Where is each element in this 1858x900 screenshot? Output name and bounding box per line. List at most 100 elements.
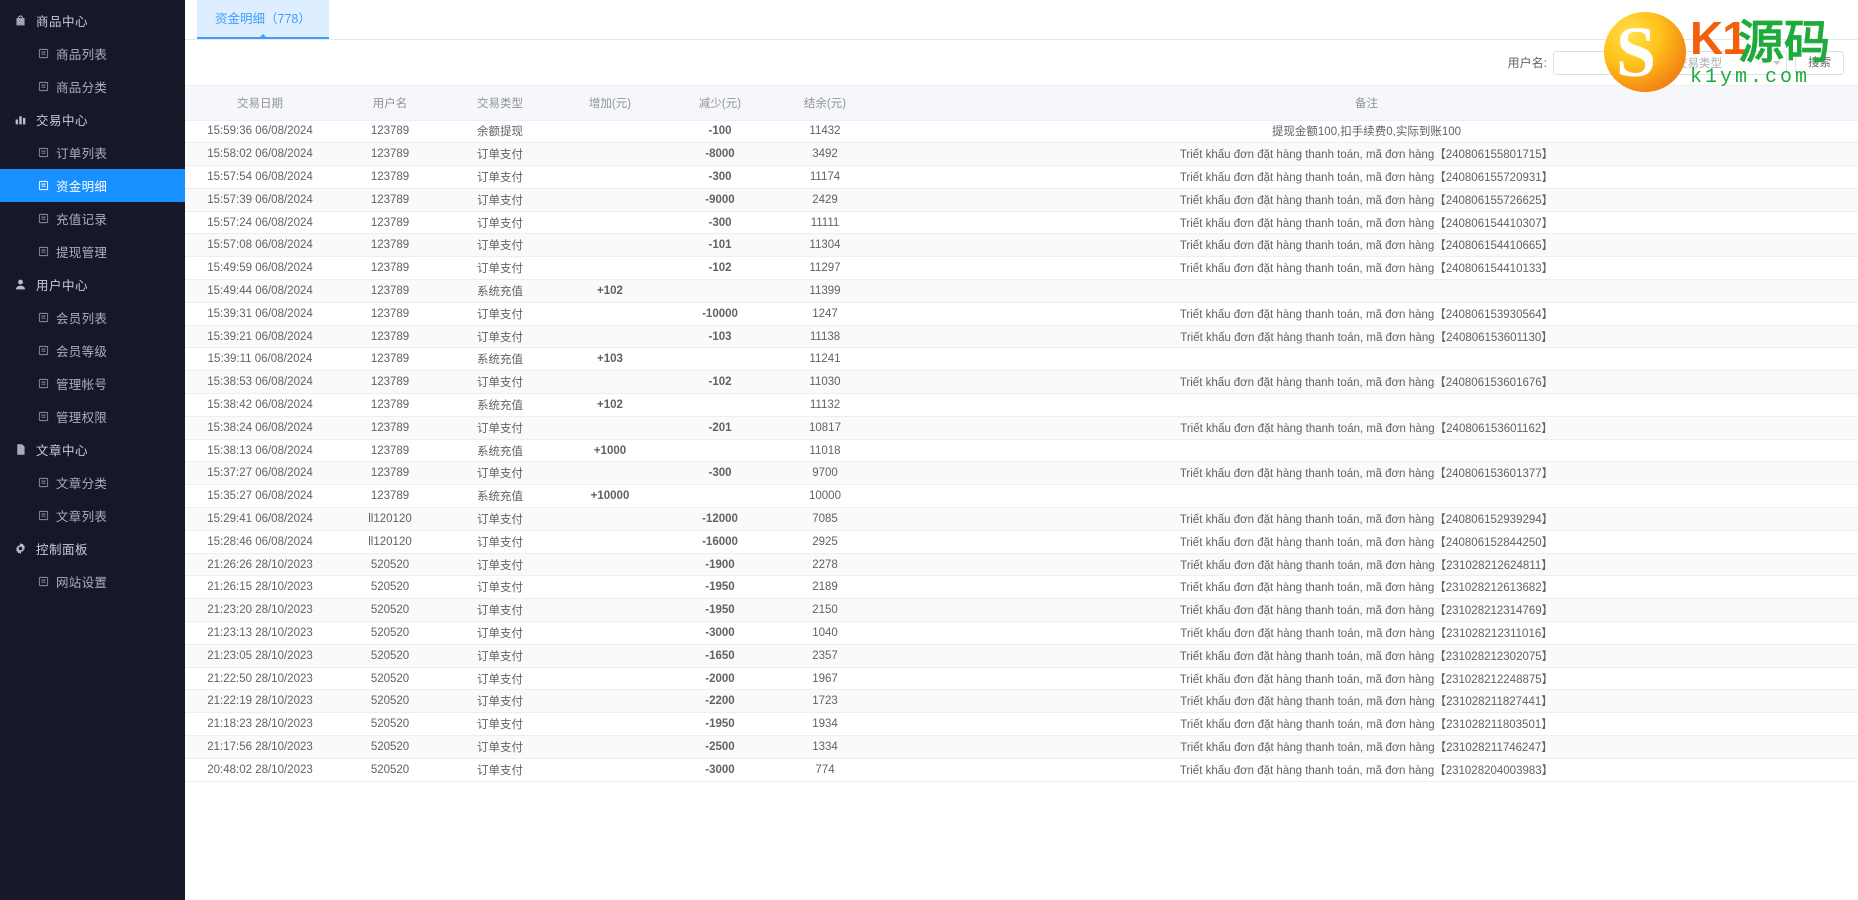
table-row[interactable]: 15:57:24 06/08/2024123789订单支付-30011111Tr… — [185, 211, 1858, 234]
cell-user: 123789 — [335, 394, 445, 417]
cell-date: 21:23:05 28/10/2023 — [185, 644, 335, 667]
table-row[interactable]: 21:26:15 28/10/2023520520订单支付-19502189Tr… — [185, 576, 1858, 599]
sidebar-item-label: 网站设置 — [56, 572, 107, 591]
sidebar-item-1-3[interactable]: 提现管理 — [0, 235, 185, 268]
cell-dec: -1950 — [665, 599, 775, 622]
sidebar-item-3-0[interactable]: 文章分类 — [0, 466, 185, 499]
sidebar-item-3-1[interactable]: 文章列表 — [0, 499, 185, 532]
cell-remark: Triết khấu đơn đặt hàng thanh toán, mã đ… — [875, 758, 1858, 781]
cell-bal: 11030 — [775, 371, 875, 394]
cell-date: 21:26:26 28/10/2023 — [185, 553, 335, 576]
list-icon — [37, 510, 49, 522]
table-row[interactable]: 15:49:44 06/08/2024123789系统充值+10211399 — [185, 280, 1858, 303]
cell-dec: -10000 — [665, 302, 775, 325]
sidebar-group-3[interactable]: 文章中心 — [0, 433, 185, 466]
sidebar-item-1-1[interactable]: 资金明细 — [0, 169, 185, 202]
sidebar-item-1-0[interactable]: 订单列表 — [0, 136, 185, 169]
table-row[interactable]: 15:57:08 06/08/2024123789订单支付-10111304Tr… — [185, 234, 1858, 257]
cell-date: 21:18:23 28/10/2023 — [185, 713, 335, 736]
table-row[interactable]: 15:29:41 06/08/2024ll120120订单支付-12000708… — [185, 508, 1858, 531]
table-row[interactable]: 15:38:53 06/08/2024123789订单支付-10211030Tr… — [185, 371, 1858, 394]
cell-type: 订单支付 — [445, 257, 555, 280]
cell-type: 订单支付 — [445, 166, 555, 189]
transaction-type-select[interactable]: 交易类型 — [1669, 51, 1787, 75]
cell-date: 15:35:27 06/08/2024 — [185, 485, 335, 508]
cell-user: 123789 — [335, 211, 445, 234]
list-icon — [37, 81, 49, 93]
sidebar-item-0-0[interactable]: 商品列表 — [0, 37, 185, 70]
sidebar-item-2-2[interactable]: 管理帐号 — [0, 367, 185, 400]
cell-user: 520520 — [335, 667, 445, 690]
cell-bal: 11432 — [775, 120, 875, 143]
table-row[interactable]: 15:37:27 06/08/2024123789订单支付-3009700Tri… — [185, 462, 1858, 485]
cell-dec: -8000 — [665, 143, 775, 166]
cell-type: 系统充值 — [445, 439, 555, 462]
sidebar-group-4[interactable]: 控制面板 — [0, 532, 185, 565]
table-row[interactable]: 15:58:02 06/08/2024123789订单支付-80003492Tr… — [185, 143, 1858, 166]
table-row[interactable]: 21:17:56 28/10/2023520520订单支付-25001334Tr… — [185, 736, 1858, 759]
table-row[interactable]: 21:22:19 28/10/2023520520订单支付-22001723Tr… — [185, 690, 1858, 713]
sidebar-item-4-0[interactable]: 网站设置 — [0, 565, 185, 598]
cell-date: 15:57:24 06/08/2024 — [185, 211, 335, 234]
funds-table-head: 交易日期用户名交易类型增加(元)减少(元)结余(元)备注 — [185, 86, 1858, 120]
table-row[interactable]: 15:57:39 06/08/2024123789订单支付-90002429Tr… — [185, 188, 1858, 211]
sidebar-item-label: 商品列表 — [56, 44, 107, 63]
sidebar-item-label: 文章列表 — [56, 506, 107, 525]
table-row[interactable]: 15:38:13 06/08/2024123789系统充值+100011018 — [185, 439, 1858, 462]
sidebar-item-2-3[interactable]: 管理权限 — [0, 400, 185, 433]
table-row[interactable]: 21:22:50 28/10/2023520520订单支付-20001967Tr… — [185, 667, 1858, 690]
table-row[interactable]: 21:26:26 28/10/2023520520订单支付-19002278Tr… — [185, 553, 1858, 576]
table-row[interactable]: 15:39:21 06/08/2024123789订单支付-10311138Tr… — [185, 325, 1858, 348]
table-row[interactable]: 20:48:02 28/10/2023520520订单支付-3000774Tri… — [185, 758, 1858, 781]
cell-remark: Triết khấu đơn đặt hàng thanh toán, mã đ… — [875, 416, 1858, 439]
tab-funds-detail[interactable]: 资金明细（778） — [197, 0, 329, 39]
sidebar-item-2-0[interactable]: 会员列表 — [0, 301, 185, 334]
funds-table-container[interactable]: 交易日期用户名交易类型增加(元)减少(元)结余(元)备注 15:59:36 06… — [185, 86, 1858, 900]
list-icon — [37, 180, 49, 192]
table-row[interactable]: 21:23:20 28/10/2023520520订单支付-19502150Tr… — [185, 599, 1858, 622]
admin-app: 商品中心商品列表商品分类交易中心订单列表资金明细充值记录提现管理用户中心会员列表… — [0, 0, 1858, 900]
table-row[interactable]: 21:23:13 28/10/2023520520订单支付-30001040Tr… — [185, 622, 1858, 645]
cell-remark: Triết khấu đơn đặt hàng thanh toán, mã đ… — [875, 234, 1858, 257]
cell-bal: 774 — [775, 758, 875, 781]
sidebar-group-2[interactable]: 用户中心 — [0, 268, 185, 301]
document-icon — [13, 443, 27, 457]
search-button[interactable]: 搜索 — [1795, 51, 1844, 75]
table-row[interactable]: 21:23:05 28/10/2023520520订单支付-16502357Tr… — [185, 644, 1858, 667]
table-row[interactable]: 15:59:36 06/08/2024123789余额提现-10011432提现… — [185, 120, 1858, 143]
username-input[interactable] — [1553, 51, 1661, 75]
table-row[interactable]: 15:49:59 06/08/2024123789订单支付-10211297Tr… — [185, 257, 1858, 280]
cell-date: 15:39:21 06/08/2024 — [185, 325, 335, 348]
table-row[interactable]: 15:35:27 06/08/2024123789系统充值+1000010000 — [185, 485, 1858, 508]
cell-remark: Triết khấu đơn đặt hàng thanh toán, mã đ… — [875, 622, 1858, 645]
cell-remark — [875, 439, 1858, 462]
column-header-2: 交易类型 — [445, 86, 555, 120]
cell-dec: -2500 — [665, 736, 775, 759]
cell-bal: 2925 — [775, 530, 875, 553]
cell-bal: 11111 — [775, 211, 875, 234]
table-row[interactable]: 15:38:42 06/08/2024123789系统充值+10211132 — [185, 394, 1858, 417]
table-row[interactable]: 15:39:11 06/08/2024123789系统充值+10311241 — [185, 348, 1858, 371]
cell-bal: 11304 — [775, 234, 875, 257]
cell-bal: 3492 — [775, 143, 875, 166]
sidebar-item-2-1[interactable]: 会员等级 — [0, 334, 185, 367]
sidebar-group-1[interactable]: 交易中心 — [0, 103, 185, 136]
sidebar-item-label: 商品分类 — [56, 77, 107, 96]
cell-date: 20:48:02 28/10/2023 — [185, 758, 335, 781]
cell-inc — [555, 690, 665, 713]
table-row[interactable]: 15:39:31 06/08/2024123789订单支付-100001247T… — [185, 302, 1858, 325]
table-row[interactable]: 15:57:54 06/08/2024123789订单支付-30011174Tr… — [185, 166, 1858, 189]
cell-inc — [555, 416, 665, 439]
cell-type: 订单支付 — [445, 143, 555, 166]
sidebar-group-0[interactable]: 商品中心 — [0, 4, 185, 37]
sidebar-item-1-2[interactable]: 充值记录 — [0, 202, 185, 235]
table-row[interactable]: 21:18:23 28/10/2023520520订单支付-19501934Tr… — [185, 713, 1858, 736]
cell-remark: Triết khấu đơn đặt hàng thanh toán, mã đ… — [875, 644, 1858, 667]
sidebar-item-label: 管理权限 — [56, 407, 107, 426]
cell-dec: -2000 — [665, 667, 775, 690]
sidebar-item-0-1[interactable]: 商品分类 — [0, 70, 185, 103]
cell-user: 123789 — [335, 348, 445, 371]
table-row[interactable]: 15:28:46 06/08/2024ll120120订单支付-16000292… — [185, 530, 1858, 553]
table-row[interactable]: 15:38:24 06/08/2024123789订单支付-20110817Tr… — [185, 416, 1858, 439]
chart-bar-icon — [13, 113, 27, 127]
